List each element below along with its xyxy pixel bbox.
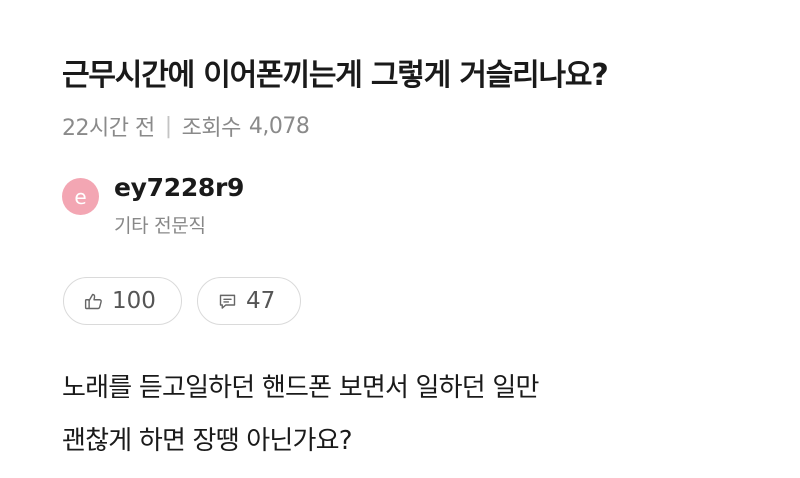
- views-label: 조회수: [181, 116, 242, 141]
- body-line: 노래를 듣고일하던 핸드폰 보면서 일하던 일만: [62, 373, 539, 403]
- post-title: 근무시간에 이어폰끼는게 그렇게 거슬리나요?: [62, 58, 609, 93]
- comment-icon: [219, 294, 236, 309]
- post-actions: 100 47: [63, 277, 301, 325]
- thumbs-up-icon: [84, 293, 102, 309]
- body-line: 괜찮게 하면 장땡 아닌가요?: [62, 426, 353, 456]
- post-meta: 22시간 전 | 조회수 4,078: [62, 110, 310, 142]
- like-button[interactable]: 100: [63, 277, 182, 325]
- author-name[interactable]: ey7228r9: [114, 172, 244, 204]
- author-block[interactable]: e ey7228r9 기타 전문직: [62, 172, 244, 238]
- author-job: 기타 전문직: [114, 215, 206, 237]
- post-body: 노래를 듣고일하던 핸드폰 보면서 일하던 일만 괜찮게 하면 장땡 아닌가요?: [62, 362, 539, 468]
- post-time: 22시간 전: [62, 116, 155, 141]
- comment-count: 47: [246, 288, 276, 314]
- meta-divider: |: [164, 113, 172, 139]
- post-page: 근무시간에 이어폰끼는게 그렇게 거슬리나요? 22시간 전 | 조회수 4,0…: [0, 0, 800, 478]
- views-count: 4,078: [248, 113, 310, 139]
- avatar[interactable]: e: [62, 178, 99, 215]
- comment-button[interactable]: 47: [197, 277, 301, 325]
- like-count: 100: [112, 288, 156, 314]
- author-info: ey7228r9 기타 전문직: [114, 172, 244, 238]
